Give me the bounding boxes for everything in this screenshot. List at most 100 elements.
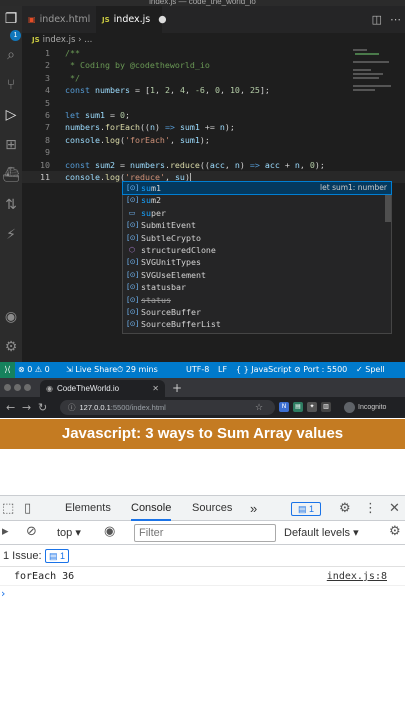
remote-indicator-icon[interactable]: ⟩⟨ bbox=[0, 362, 15, 378]
line-number: 5 bbox=[45, 97, 50, 108]
status-bar: ⟩⟨ ⊗ 0 ⚠ 0 ⇲ Live Share ⏱ 29 mins UTF-8 … bbox=[0, 362, 405, 378]
info-icon[interactable]: ⓘ bbox=[68, 403, 76, 412]
timer-status[interactable]: ⏱ 29 mins bbox=[117, 362, 158, 378]
source-control-icon[interactable]: ⑂ bbox=[2, 76, 20, 94]
line-number: 8 bbox=[45, 134, 50, 145]
tab-index-js[interactable]: JS index.js ● bbox=[96, 6, 167, 33]
suggestion-label: SVGUnitTypes bbox=[141, 257, 201, 268]
log-source-link[interactable]: index.js:8 bbox=[327, 568, 387, 586]
variable-icon: [⊙] bbox=[127, 221, 139, 230]
extensions-puzzle-icon[interactable]: ✦ bbox=[307, 402, 317, 412]
console-prompt[interactable]: › bbox=[0, 586, 405, 602]
suggestion-item[interactable]: ⬡ structuredClone bbox=[123, 244, 391, 256]
suggestion-item[interactable]: [⊙] SVGUseElement bbox=[123, 269, 391, 281]
context-select[interactable]: top ▾ bbox=[57, 524, 81, 542]
more-actions-icon[interactable]: ⋯ bbox=[390, 13, 401, 26]
port-status[interactable]: ⊘ Port : 5500 bbox=[294, 362, 347, 378]
console-filter-input[interactable] bbox=[134, 524, 276, 542]
new-tab-button[interactable]: + bbox=[172, 380, 182, 397]
issues-count-badge[interactable]: ▤ 1 bbox=[45, 549, 70, 563]
code-line: 1 /** bbox=[22, 47, 405, 59]
sidebar-toggle-icon[interactable]: ▸ bbox=[2, 523, 9, 540]
close-tab-icon[interactable]: ✕ bbox=[152, 380, 159, 397]
inspect-element-icon[interactable]: ⬚ bbox=[2, 500, 14, 517]
line-number: 2 bbox=[45, 60, 50, 71]
suggestion-item[interactable]: [⊙] SourceBufferList bbox=[123, 318, 391, 330]
issues-label: 1 Issue: bbox=[3, 550, 42, 562]
suggestion-label: super bbox=[141, 207, 166, 218]
tab-label: index.html bbox=[39, 14, 91, 25]
tab-index-html[interactable]: ▣ index.html bbox=[22, 6, 96, 33]
code-line: 5 bbox=[22, 97, 405, 109]
suggestion-item[interactable]: [⊙] sum1 let sum1: number bbox=[122, 180, 392, 196]
close-devtools-icon[interactable]: ✕ bbox=[389, 500, 400, 517]
run-debug-icon[interactable]: ▷ bbox=[2, 106, 20, 124]
address-bar[interactable]: ⓘ 127.0.0.1:5500/index.html bbox=[60, 400, 275, 415]
settings-gear-icon[interactable]: ⚙ bbox=[2, 338, 20, 356]
suggestion-item[interactable]: ▭ super bbox=[123, 207, 391, 219]
suggestion-item[interactable]: [⊙] SourceBuffer bbox=[123, 306, 391, 318]
issues-row[interactable]: 1 Issue: ▤ 1 bbox=[0, 545, 405, 567]
nav-toolbar: ← → ↻ ⓘ 127.0.0.1:5500/index.html ☆ N ▤ ✦… bbox=[0, 397, 405, 418]
spell-status[interactable]: ✓ Spell bbox=[356, 362, 385, 378]
reload-icon[interactable]: ↻ bbox=[38, 399, 47, 416]
explorer-icon[interactable]: ❐ bbox=[2, 10, 20, 28]
js-icon: JS bbox=[102, 16, 110, 24]
suggestion-item[interactable]: [⊙] statusbar bbox=[123, 281, 391, 293]
port-label: Port : 5500 bbox=[303, 365, 348, 374]
keyword-icon: ▭ bbox=[128, 208, 136, 217]
eye-icon[interactable]: ◉ bbox=[104, 523, 115, 540]
live-share-label: Live Share bbox=[75, 365, 118, 374]
docker-icon[interactable]: ⛴ bbox=[2, 166, 20, 184]
remote-icon[interactable]: ⇅ bbox=[2, 196, 20, 214]
variable-icon: [⊙] bbox=[127, 270, 139, 279]
issues-badge[interactable]: ▤ 1 bbox=[291, 502, 321, 516]
extension-icon[interactable]: ▤ bbox=[293, 402, 303, 412]
search-icon[interactable]: ⌕ bbox=[2, 46, 20, 64]
clear-console-icon[interactable]: ⊘ bbox=[26, 523, 37, 540]
unsaved-dot-icon[interactable]: ● bbox=[158, 14, 166, 25]
suggestion-label: sum2 bbox=[141, 195, 161, 206]
code-text: numbers.forEach((n) => sum1 += n); bbox=[65, 122, 235, 133]
suggestion-label: SubtleCrypto bbox=[141, 232, 201, 243]
settings-gear-icon[interactable]: ⚙ bbox=[339, 500, 351, 517]
encoding-status[interactable]: UTF-8 bbox=[186, 362, 209, 378]
tab-console[interactable]: Console bbox=[131, 496, 172, 521]
account-icon[interactable]: ◉ bbox=[2, 308, 20, 326]
tab-elements[interactable]: Elements bbox=[65, 496, 111, 521]
incognito-indicator[interactable]: Incognito bbox=[344, 401, 386, 414]
forward-icon[interactable]: → bbox=[22, 399, 31, 416]
sidebar-icon[interactable]: ▥ bbox=[321, 402, 331, 412]
suggestion-item[interactable]: [⊙] SubtleCrypto bbox=[123, 232, 391, 244]
more-options-icon[interactable]: ⋮ bbox=[364, 500, 377, 517]
suggestion-item[interactable]: [⊙] status bbox=[123, 294, 391, 306]
extension-icon[interactable]: N bbox=[279, 402, 289, 412]
browser-tab[interactable]: ◉ CodeTheWorld.io ✕ bbox=[40, 380, 165, 397]
window-zoom-button[interactable] bbox=[24, 384, 31, 391]
line-number: 9 bbox=[45, 147, 50, 158]
back-icon[interactable]: ← bbox=[6, 399, 15, 416]
breadcrumb-file[interactable]: index.js bbox=[43, 35, 76, 45]
window-close-button[interactable] bbox=[4, 384, 11, 391]
code-text: console.log('forEach', sum1); bbox=[65, 134, 210, 145]
device-toolbar-icon[interactable]: ▯ bbox=[24, 500, 31, 517]
eol-status[interactable]: LF bbox=[218, 362, 227, 378]
issues-badge-count: 1 bbox=[309, 504, 315, 514]
tab-sources[interactable]: Sources bbox=[192, 496, 232, 521]
more-tabs-button[interactable]: » bbox=[250, 496, 257, 521]
suggestion-item[interactable]: [⊙] SubmitEvent bbox=[123, 219, 391, 231]
split-editor-icon[interactable]: ◫ bbox=[372, 13, 382, 26]
suggestion-item[interactable]: [⊙] sum2 bbox=[123, 194, 391, 206]
live-share-status[interactable]: ⇲ Live Share bbox=[66, 362, 117, 378]
console-settings-icon[interactable]: ⚙ bbox=[389, 523, 401, 540]
problems-status[interactable]: ⊗ 0 ⚠ 0 bbox=[18, 362, 50, 378]
log-levels-select[interactable]: Default levels ▾ bbox=[284, 524, 359, 542]
extensions-icon[interactable]: ⊞ bbox=[2, 136, 20, 154]
window-minimize-button[interactable] bbox=[14, 384, 21, 391]
bookmark-star-icon[interactable]: ☆ bbox=[255, 400, 263, 417]
live-share-icon[interactable]: ⚡ bbox=[2, 226, 20, 244]
suggestion-item[interactable]: [⊙] SVGUnitTypes bbox=[123, 256, 391, 268]
language-status[interactable]: { } JavaScript bbox=[236, 362, 291, 378]
log-message: forEach 36 bbox=[14, 571, 75, 582]
autocomplete-popup: [⊙] sum1 let sum1: number [⊙] sum2 ▭ super [⊙] S… bbox=[122, 180, 392, 334]
